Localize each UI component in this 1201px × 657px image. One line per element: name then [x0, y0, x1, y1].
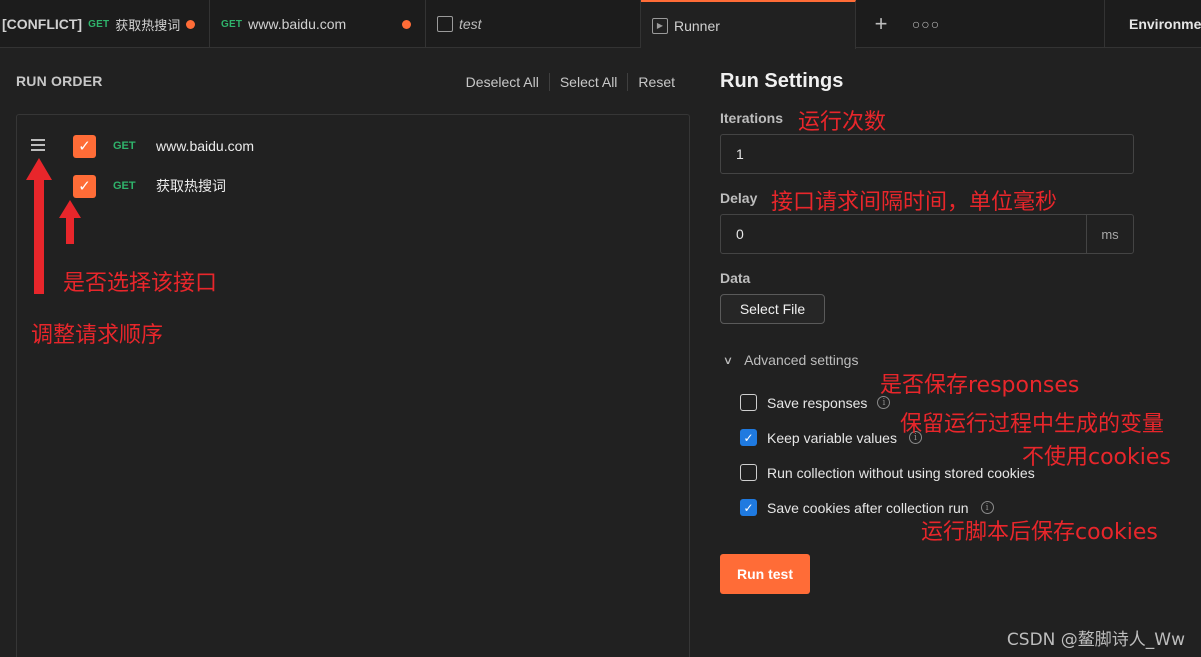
- request-checkbox[interactable]: ✓: [73, 174, 96, 198]
- run-order-actions: Deselect All Select All Reset: [456, 73, 685, 91]
- runner-icon: ▶: [652, 17, 668, 34]
- tab-bar: [CONFLICT] GET 获取热搜词 GET www.baidu.com t…: [0, 0, 1201, 49]
- request-name: www.baidu.com: [156, 138, 255, 154]
- unsaved-dot-icon: [186, 19, 196, 29]
- tab-label: 获取热搜词: [115, 17, 181, 33]
- annotation-delay: 接口请求间隔时间，单位毫秒: [771, 190, 1058, 215]
- more-tabs-icon[interactable]: ○○○: [912, 10, 940, 38]
- request-checkbox[interactable]: ✓: [73, 134, 96, 158]
- annotation-save-responses: 是否保存responses: [880, 373, 1080, 398]
- deselect-all-button[interactable]: Deselect All: [456, 74, 549, 90]
- annotation-no-cookies: 不使用cookies: [1022, 445, 1171, 470]
- annotation-reorder: 调整请求顺序: [31, 323, 164, 348]
- annotation-save-cookies: 运行脚本后保存cookies: [921, 520, 1158, 545]
- collection-file-icon: [437, 16, 453, 32]
- tab-label: Runner: [674, 17, 720, 34]
- delay-unit: ms: [1086, 215, 1133, 253]
- method-badge: GET: [113, 180, 136, 192]
- tab-hot-words[interactable]: [CONFLICT] GET 获取热搜词: [0, 0, 210, 48]
- new-tab-button[interactable]: +: [867, 10, 895, 38]
- annotation-keep-vars: 保留运行过程中生成的变量: [900, 412, 1165, 437]
- delay-input[interactable]: 0 ms: [720, 214, 1134, 254]
- option-label: Run collection without using stored cook…: [767, 464, 1035, 481]
- run-order-list: ✓ GET www.baidu.com ✓ GET 获取热搜词: [16, 114, 690, 657]
- request-row[interactable]: ✓ GET www.baidu.com: [31, 134, 653, 158]
- option-label: Keep variable values: [767, 429, 897, 446]
- annotation-select-api: 是否选择该接口: [63, 271, 218, 296]
- request-row[interactable]: ✓ GET 获取热搜词: [33, 174, 653, 198]
- method-badge: GET: [88, 18, 110, 30]
- tab-label: www.baidu.com: [248, 16, 347, 32]
- method-badge: GET: [221, 18, 243, 30]
- advanced-settings-label: Advanced settings: [744, 352, 859, 368]
- environment-selector[interactable]: Environment: [1104, 0, 1201, 48]
- checkbox[interactable]: [740, 394, 757, 411]
- info-icon[interactable]: i: [980, 501, 994, 514]
- method-badge: GET: [113, 140, 136, 152]
- select-file-button[interactable]: Select File: [720, 294, 825, 324]
- drag-handle-icon[interactable]: [31, 139, 45, 154]
- advanced-settings-toggle[interactable]: ∨ Advanced settings: [722, 352, 859, 368]
- chevron-down-icon: ∨: [722, 354, 734, 367]
- delay-label: Delay: [720, 190, 758, 206]
- checkbox[interactable]: ✓: [740, 429, 757, 446]
- tab-label: test: [459, 16, 482, 32]
- run-order-title: RUN ORDER: [16, 73, 103, 89]
- checkbox[interactable]: ✓: [740, 499, 757, 516]
- iterations-input[interactable]: 1: [720, 134, 1134, 174]
- run-test-button[interactable]: Run test: [720, 554, 810, 594]
- delay-value: 0: [736, 226, 744, 242]
- annotation-iterations: 运行次数: [798, 110, 887, 135]
- tab-test[interactable]: test: [427, 0, 641, 48]
- reset-button[interactable]: Reset: [628, 74, 685, 90]
- option-label: Save responses: [767, 394, 868, 411]
- data-label: Data: [720, 270, 751, 286]
- tab-baidu[interactable]: GET www.baidu.com: [211, 0, 426, 48]
- select-all-button[interactable]: Select All: [550, 74, 628, 90]
- option-no-stored-cookies[interactable]: Run collection without using stored cook…: [740, 464, 1035, 481]
- run-settings-title: Run Settings: [720, 70, 844, 92]
- checkbox[interactable]: [740, 464, 757, 481]
- conflict-label: [CONFLICT]: [2, 16, 83, 32]
- unsaved-dot-icon: [402, 19, 411, 29]
- select-arrow-icon: [59, 200, 81, 244]
- iterations-label: Iterations: [720, 110, 784, 126]
- request-name: 获取热搜词: [156, 178, 226, 194]
- tab-runner[interactable]: ▶ Runner: [641, 0, 856, 49]
- option-save-responses[interactable]: Save responses i: [740, 394, 891, 411]
- watermark: CSDN @鳌脚诗人_Ww: [1006, 630, 1185, 650]
- option-keep-variable-values[interactable]: ✓ Keep variable values i: [740, 429, 922, 446]
- reorder-arrow-icon: [26, 158, 52, 294]
